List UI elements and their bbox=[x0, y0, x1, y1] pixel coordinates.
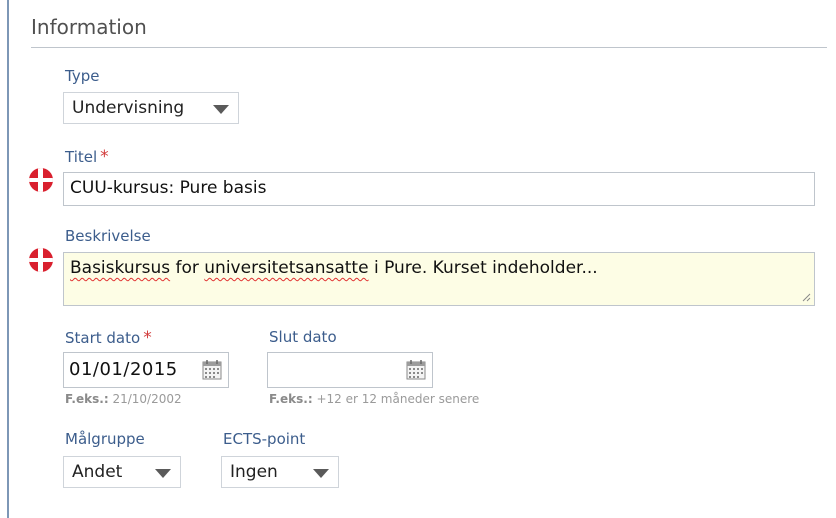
description-text: i Pure. Kurset indeholder... bbox=[368, 258, 598, 278]
resize-grip-icon[interactable] bbox=[801, 292, 811, 302]
calendar-icon[interactable] bbox=[406, 359, 426, 380]
target-group-select[interactable]: Andet bbox=[63, 456, 181, 488]
hint-text: +12 er 12 måneder senere bbox=[312, 392, 480, 406]
description-textarea[interactable]: Basiskursus for universitetsansatte i Pu… bbox=[63, 252, 815, 306]
start-date-value: 01/01/2015 bbox=[69, 359, 178, 380]
misspelled-word: universitetsansatte bbox=[204, 258, 369, 278]
ects-value: Ingen bbox=[230, 462, 278, 482]
chevron-down-icon bbox=[213, 105, 229, 114]
type-select-value: Undervisning bbox=[72, 98, 185, 118]
type-label: Type bbox=[65, 67, 100, 85]
section-divider bbox=[31, 47, 827, 48]
target-group-value: Andet bbox=[72, 462, 123, 482]
hint-prefix: F.eks.: bbox=[65, 392, 109, 406]
start-date-input[interactable]: 01/01/2015 bbox=[63, 352, 229, 388]
chevron-down-icon bbox=[313, 469, 329, 478]
title-label: Titel * bbox=[65, 147, 109, 167]
end-date-hint: F.eks.: +12 er 12 måneder senere bbox=[269, 392, 479, 406]
danish-flag-icon[interactable] bbox=[29, 248, 53, 272]
start-date-label: Start dato * bbox=[65, 328, 152, 348]
description-text: for bbox=[170, 258, 205, 278]
section-title: Information bbox=[31, 15, 147, 39]
required-marker: * bbox=[100, 147, 109, 167]
ects-select[interactable]: Ingen bbox=[221, 456, 339, 488]
misspelled-word: Basiskursus bbox=[70, 258, 171, 278]
title-input[interactable]: CUU-kursus: Pure basis bbox=[63, 172, 815, 206]
title-label-text: Titel bbox=[65, 148, 98, 166]
ects-label: ECTS-point bbox=[223, 430, 306, 448]
danish-flag-icon[interactable] bbox=[29, 168, 53, 192]
end-date-label: Slut dato bbox=[269, 328, 337, 346]
required-marker: * bbox=[143, 328, 152, 348]
information-panel: Information Type Undervisning Titel * CUU… bbox=[7, 0, 836, 518]
type-select[interactable]: Undervisning bbox=[63, 92, 239, 124]
calendar-icon[interactable] bbox=[202, 359, 222, 380]
hint-prefix: F.eks.: bbox=[269, 392, 313, 406]
start-date-hint: F.eks.: 21/10/2002 bbox=[65, 392, 182, 406]
start-date-label-text: Start dato bbox=[65, 329, 141, 347]
end-date-input[interactable] bbox=[267, 352, 433, 388]
hint-text: 21/10/2002 bbox=[108, 392, 182, 406]
target-group-label: Målgruppe bbox=[65, 430, 145, 448]
chevron-down-icon bbox=[155, 469, 171, 478]
description-label: Beskrivelse bbox=[65, 227, 151, 245]
